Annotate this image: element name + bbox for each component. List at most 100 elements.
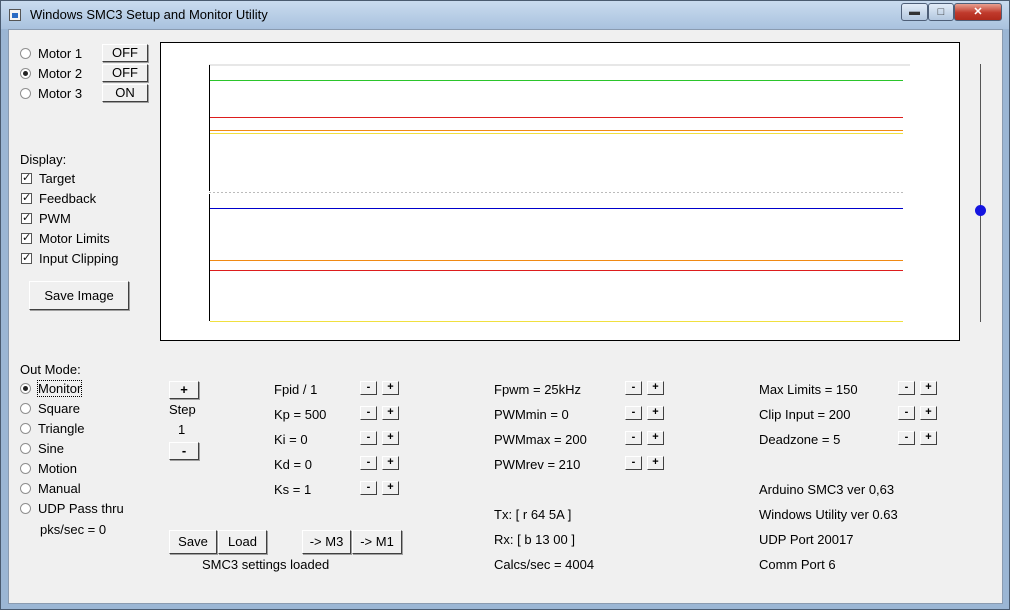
display-heading: Display: [20, 152, 67, 167]
pwm-min-value: PWMmin = 0 [494, 407, 569, 422]
kd-minus-button[interactable]: - [360, 456, 377, 470]
fpwm-minus-button[interactable]: - [625, 381, 642, 395]
comm-port: Comm Port 6 [759, 557, 836, 572]
title-bar[interactable]: Windows SMC3 Setup and Monitor Utility ▬… [1, 1, 1009, 29]
mode-monitor-label: Monitor [36, 380, 83, 397]
pwm-checkbox[interactable]: ✓ [21, 213, 32, 224]
ks-minus-button[interactable]: - [360, 481, 377, 495]
step-increase-button[interactable]: + [169, 381, 199, 399]
pwm-max-value: PWMmax = 200 [494, 432, 587, 447]
mode-manual-label: Manual [38, 481, 81, 496]
kp-minus-button[interactable]: - [360, 406, 377, 420]
step-value: 1 [178, 422, 186, 437]
pwm-rev-plus-button[interactable]: + [647, 456, 664, 470]
kd-value: Kd = 0 [274, 457, 312, 472]
motor-3-radio[interactable] [20, 88, 31, 99]
clip-input-minus-button[interactable]: - [898, 406, 915, 420]
motor-1-toggle-button[interactable]: OFF [102, 44, 148, 62]
max-limits-value: Max Limits = 150 [759, 382, 858, 397]
mode-monitor-radio[interactable] [20, 383, 31, 394]
save-image-button[interactable]: Save Image [29, 281, 129, 310]
save-button[interactable]: Save [169, 530, 217, 554]
windows-utility-version: Windows Utility ver 0.63 [759, 507, 898, 522]
deadzone-value: Deadzone = 5 [759, 432, 841, 447]
mode-manual-radio[interactable] [20, 483, 31, 494]
max-limits-minus-button[interactable]: - [898, 381, 915, 395]
arduino-version: Arduino SMC3 ver 0,63 [759, 482, 895, 497]
pwm-min-plus-button[interactable]: + [647, 406, 664, 420]
ki-minus-button[interactable]: - [360, 431, 377, 445]
max-limits-plus-button[interactable]: + [920, 381, 937, 395]
load-button[interactable]: Load [218, 530, 267, 554]
motor-limits-label: Motor Limits [39, 231, 110, 246]
mode-sine-label: Sine [38, 441, 65, 456]
motor-1-label: Motor 1 [38, 46, 83, 61]
motor-3-label: Motor 3 [38, 86, 83, 101]
pwm-rev-minus-button[interactable]: - [625, 456, 642, 470]
close-button[interactable]: ✕ [954, 3, 1002, 21]
motor-2-radio[interactable] [20, 68, 31, 79]
fpwm-plus-button[interactable]: + [647, 381, 664, 395]
copy-to-m3-button[interactable]: -> M3 [302, 530, 351, 554]
kd-plus-button[interactable]: + [382, 456, 399, 470]
out-mode-heading: Out Mode: [20, 362, 81, 377]
mode-udp-pass-thru-label: UDP Pass thru [38, 501, 124, 516]
target-checkbox[interactable]: ✓ [21, 173, 32, 184]
motor-1-radio[interactable] [20, 48, 31, 59]
clip-input-plus-button[interactable]: + [920, 406, 937, 420]
mode-udp-pass-thru-radio[interactable] [20, 503, 31, 514]
pwm-max-plus-button[interactable]: + [647, 431, 664, 445]
ks-plus-button[interactable]: + [382, 481, 399, 495]
input-clipping-label: Input Clipping [39, 251, 119, 266]
app-icon[interactable] [9, 9, 21, 21]
fpid-minus-button[interactable]: - [360, 381, 377, 395]
clip-input-value: Clip Input = 200 [759, 407, 851, 422]
step-decrease-button[interactable]: - [169, 442, 199, 460]
step-label: Step [169, 402, 196, 417]
copy-to-m1-button[interactable]: -> M1 [352, 530, 402, 554]
app-window: Windows SMC3 Setup and Monitor Utility ▬… [0, 0, 1010, 610]
udp-port: UDP Port 20017 [759, 532, 854, 547]
fpid-plus-button[interactable]: + [382, 381, 399, 395]
ks-value: Ks = 1 [274, 482, 312, 497]
monitor-graph [160, 42, 960, 341]
minimize-button[interactable]: ▬ [901, 3, 928, 21]
feedback-checkbox[interactable]: ✓ [21, 193, 32, 204]
graph-traces [210, 80, 903, 322]
mode-motion-radio[interactable] [20, 463, 31, 474]
ki-value: Ki = 0 [274, 432, 308, 447]
pwm-max-minus-button[interactable]: - [625, 431, 642, 445]
feedback-label: Feedback [39, 191, 97, 206]
input-clipping-checkbox[interactable]: ✓ [21, 253, 32, 264]
tx-status: Tx: [ r 64 5A ] [494, 507, 572, 522]
mode-motion-label: Motion [38, 461, 78, 476]
motor-2-label: Motor 2 [38, 66, 83, 81]
mode-triangle-radio[interactable] [20, 423, 31, 434]
motor-2-toggle-button[interactable]: OFF [102, 64, 148, 82]
maximize-button[interactable]: □ [928, 3, 954, 21]
kp-plus-button[interactable]: + [382, 406, 399, 420]
packets-per-second: pks/sec = 0 [40, 522, 107, 537]
fpwm-value: Fpwm = 25kHz [494, 382, 582, 397]
deadzone-plus-button[interactable]: + [920, 431, 937, 445]
vertical-slider-track[interactable] [980, 64, 981, 322]
settings-status: SMC3 settings loaded [202, 557, 330, 572]
rx-status: Rx: [ b 13 00 ] [494, 532, 575, 547]
deadzone-minus-button[interactable]: - [898, 431, 915, 445]
mode-sine-radio[interactable] [20, 443, 31, 454]
fpid-value: Fpid / 1 [274, 382, 318, 397]
mode-square-label: Square [38, 401, 80, 416]
target-label: Target [39, 171, 76, 186]
pwm-min-minus-button[interactable]: - [625, 406, 642, 420]
calcs-per-second: Calcs/sec = 4004 [494, 557, 595, 572]
motor-limits-checkbox[interactable]: ✓ [21, 233, 32, 244]
graph-plot [209, 64, 910, 322]
kp-value: Kp = 500 [274, 407, 327, 422]
pwm-label: PWM [39, 211, 71, 226]
pwm-rev-value: PWMrev = 210 [494, 457, 581, 472]
ki-plus-button[interactable]: + [382, 431, 399, 445]
motor-3-toggle-button[interactable]: ON [102, 84, 148, 102]
mode-square-radio[interactable] [20, 403, 31, 414]
vertical-slider-thumb[interactable] [975, 205, 986, 216]
window-title: Windows SMC3 Setup and Monitor Utility [30, 7, 268, 22]
